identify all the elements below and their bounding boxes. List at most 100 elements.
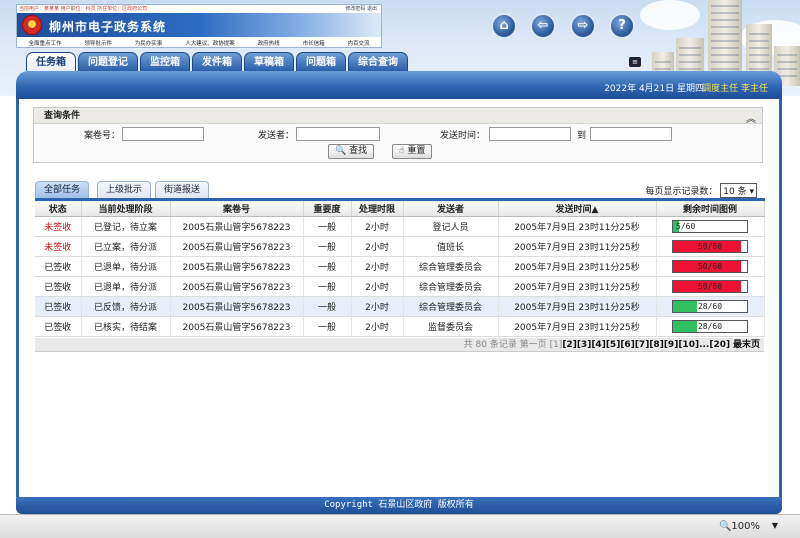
page-link[interactable]: [4] [591, 340, 606, 350]
cell-remaining: 28/60 [656, 296, 765, 317]
search-button[interactable]: 🔍 查找 [328, 144, 375, 159]
column-header[interactable]: 发送者 [403, 198, 499, 217]
table-row[interactable]: 已签收 已核实，待结案 2005石景山管字5678223 一般 2小时 监督委员会 2005… [35, 316, 765, 337]
cell-case: 2005石景山管字5678223 [170, 316, 304, 337]
cell-time: 2005年7月9日 23时11分25秒 [498, 216, 657, 237]
tab-2[interactable]: 监控箱 [140, 52, 190, 71]
page-size-select[interactable]: 10 条 ▾ [720, 183, 757, 198]
sender-label: 发送者： [258, 131, 295, 141]
remaining-time-bar: 50/60 [672, 260, 748, 273]
reset-button[interactable]: ☝ 重置 [392, 144, 433, 159]
table-row[interactable]: 未签收 已立案，待分派 2005石景山管字5678223 一般 2小时 值班长 2005年7… [35, 236, 765, 257]
help-icon[interactable]: ? [609, 13, 635, 39]
page-link[interactable]: [2] [562, 340, 577, 350]
case-no-input[interactable] [122, 127, 204, 141]
tab-0[interactable]: 任务箱 [26, 52, 76, 71]
cell-sender: 综合管理委员会 [403, 296, 499, 317]
cell-status: 未签收 [35, 216, 82, 237]
cell-limit: 2小时 [351, 256, 404, 277]
cell-sender: 监督委员会 [403, 316, 499, 337]
cell-time: 2005年7月9日 23时11分25秒 [498, 236, 657, 257]
shortcut-link[interactable]: 市长信箱 [303, 39, 325, 47]
sender-input[interactable] [296, 127, 380, 141]
table-row[interactable]: 已签收 已反馈，待分派 2005石景山管字5678223 一般 2小时 综合管理委员会 20… [35, 296, 765, 317]
page-link[interactable]: [3] [577, 340, 592, 350]
cell-remaining: 50/60 [656, 236, 765, 257]
cell-sender: 综合管理委员会 [403, 276, 499, 297]
cell-importance: 一般 [303, 236, 352, 257]
current-role[interactable]: 调度主任 李主任 [702, 81, 768, 94]
cell-stage: 已退单，待分派 [81, 256, 171, 277]
cell-sender: 值班长 [403, 236, 499, 257]
cell-status: 未签收 [35, 236, 82, 257]
page-link[interactable]: [1] [550, 340, 563, 350]
page-link[interactable]: [20] [709, 340, 730, 350]
title-band: 柳州市电子政务系统 [17, 13, 381, 37]
cell-stage: 已退单，待分派 [81, 276, 171, 297]
table-row[interactable]: 未签收 已登记，待立案 2005石景山管字5678223 一般 2小时 登记人员 2005年… [35, 216, 765, 237]
remaining-time-bar: 28/60 [672, 320, 748, 333]
cell-case: 2005石景山管字5678223 [170, 256, 304, 277]
page-link[interactable]: [8] [649, 340, 664, 350]
cell-time: 2005年7月9日 23时11分25秒 [498, 296, 657, 317]
shortcut-link[interactable]: 政府热线 [258, 39, 280, 47]
last-page-link[interactable]: 最末页 [733, 340, 760, 350]
tab-3[interactable]: 发件箱 [192, 52, 242, 71]
message-icon[interactable]: ≡ [629, 57, 641, 67]
column-header[interactable]: 剩余时间图例 [656, 198, 765, 217]
cell-case: 2005石景山管字5678223 [170, 296, 304, 317]
column-header[interactable]: 状态 [35, 198, 82, 217]
page-link[interactable]: [10] [678, 340, 699, 350]
zoom-level[interactable]: 🔍100% [719, 521, 760, 532]
cell-time: 2005年7月9日 23时11分25秒 [498, 276, 657, 297]
shortcut-link[interactable]: 人大建议、政协提案 [185, 39, 235, 47]
forward-icon[interactable]: ⇨ [570, 13, 596, 39]
cell-importance: 一般 [303, 276, 352, 297]
shortcut-link[interactable]: 全面重点工作 [28, 39, 61, 47]
cell-stage: 已核实，待结案 [81, 316, 171, 337]
tab-5[interactable]: 问题箱 [296, 52, 346, 71]
zoom-dropdown-icon[interactable]: ▼ [772, 521, 778, 530]
column-header[interactable]: 发送时间▲ [498, 198, 657, 217]
case-no-label: 案卷号： [84, 131, 121, 141]
cell-time: 2005年7月9日 23时11分25秒 [498, 256, 657, 277]
column-header[interactable]: 处理时限 [351, 198, 404, 217]
tab-4[interactable]: 草稿箱 [244, 52, 294, 71]
footer: Copyright 石景山区政府 版权所有 [16, 497, 782, 514]
hand-pointer-icon: ☝ [399, 146, 405, 156]
shortcut-link[interactable]: 内百交流 [347, 39, 369, 47]
column-header[interactable]: 案卷号 [170, 198, 304, 217]
table-row[interactable]: 已签收 已退单，待分派 2005石景山管字5678223 一般 2小时 综合管理委员会 20… [35, 256, 765, 277]
system-title: 柳州市电子政务系统 [49, 20, 167, 34]
shortcut-links: 全面重点工作 领导批示件 为民办实事 人大建议、政协提案 政府热线 市长信箱 内百交流 [17, 39, 381, 47]
remaining-time-text: 50/60 [697, 262, 723, 271]
user-info: 当前用户：某某某 用户职位：科员 所在单位：区政府公司 [19, 6, 148, 12]
home-icon[interactable]: ⌂ [491, 13, 517, 39]
subtab-superior[interactable]: 上级批示 [97, 181, 152, 198]
chevron-down-icon: ▾ [749, 187, 754, 197]
remaining-time-bar: 50/60 [672, 240, 748, 253]
account-links[interactable]: 修改密码 退出 [345, 5, 377, 12]
page-link[interactable]: ... [699, 340, 709, 350]
tab-6[interactable]: 综合查询 [348, 52, 408, 71]
page-link[interactable]: [7] [635, 340, 650, 350]
shortcut-link[interactable]: 领导批示件 [84, 39, 112, 47]
table-row[interactable]: 已签收 已退单，待分派 2005石景山管字5678223 一般 2小时 综合管理委员会 20… [35, 276, 765, 297]
page-link[interactable]: [9] [664, 340, 679, 350]
time-from-input[interactable] [489, 127, 571, 141]
table-body: 未签收 已登记，待立案 2005石景山管字5678223 一般 2小时 登记人员 2005年… [35, 216, 765, 337]
back-icon[interactable]: ⇦ [530, 13, 556, 39]
shortcut-link[interactable]: 为民办实事 [135, 39, 163, 47]
page-link[interactable]: [6] [620, 340, 635, 350]
page-link[interactable]: [5] [606, 340, 621, 350]
subtab-street[interactable]: 街道报送 [155, 181, 210, 198]
collapse-icon[interactable]: ︽ [746, 110, 756, 125]
tab-1[interactable]: 问题登记 [78, 52, 138, 71]
column-header[interactable]: 当前处理阶段 [81, 198, 171, 217]
cell-limit: 2小时 [351, 216, 404, 237]
remaining-time-text: 28/60 [697, 322, 723, 331]
time-to-input[interactable] [590, 127, 672, 141]
cell-remaining: 50/60 [656, 276, 765, 297]
subtab-all[interactable]: 全部任务 [35, 181, 90, 198]
column-header[interactable]: 重要度 [303, 198, 352, 217]
